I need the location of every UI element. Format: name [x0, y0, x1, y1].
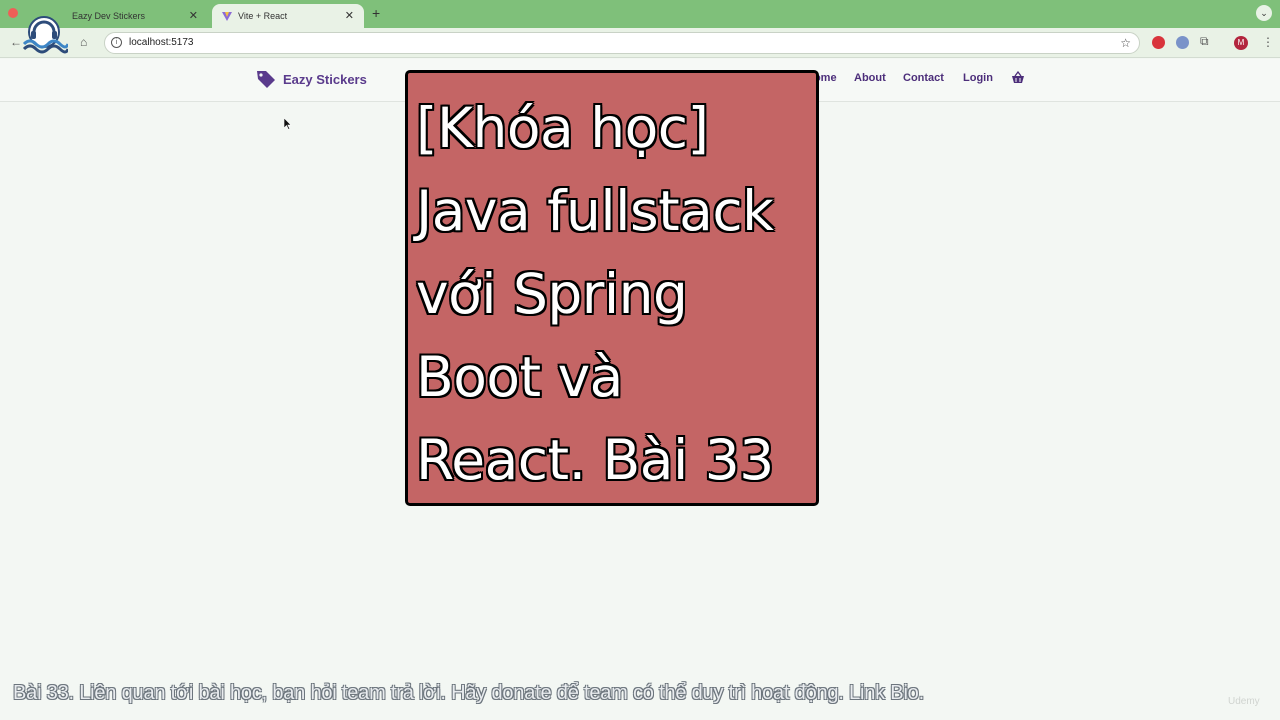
extension-adblock-icon[interactable] — [1152, 36, 1165, 49]
bookmark-star-icon[interactable]: ☆ — [1120, 36, 1131, 50]
course-title-banner: [Khóa học] Java fullstack với Spring Boo… — [405, 70, 819, 506]
banner-line: React. Bài 33 — [416, 428, 774, 492]
home-icon[interactable]: ⌂ — [80, 35, 87, 49]
nav-login-link[interactable]: Login — [963, 72, 993, 84]
tab-vite-react[interactable]: Vite + React ✕ — [212, 4, 364, 28]
address-url[interactable]: localhost:5173 — [129, 37, 194, 48]
new-tab-button[interactable]: + — [372, 5, 380, 21]
banner-line: với Spring — [416, 262, 688, 326]
banner-line: Java fullstack — [416, 179, 774, 243]
banner-line: Boot và — [416, 345, 623, 409]
address-bar[interactable]: i localhost:5173 ☆ — [104, 32, 1140, 54]
browser-tab-bar: Eazy Dev Stickers ✕ Vite + React ✕ + ⌄ — [0, 0, 1280, 28]
shopping-basket-icon[interactable] — [1011, 71, 1025, 85]
more-menu-icon[interactable]: ⋮ — [1262, 35, 1274, 49]
close-tab-icon[interactable]: ✕ — [345, 9, 354, 22]
udemy-watermark: Udemy — [1228, 696, 1260, 707]
nav-about-link[interactable]: About — [854, 72, 886, 84]
profile-avatar[interactable]: M — [1234, 36, 1248, 50]
tab-title: Vite + React — [238, 11, 288, 21]
tab-title: Eazy Dev Stickers — [72, 11, 146, 21]
banner-line: [Khóa học] — [416, 96, 709, 160]
extensions-puzzle-icon[interactable]: ⧉ — [1200, 34, 1209, 49]
video-caption: Bài 33. Liên quan tới bài học, bạn hỏi t… — [13, 682, 924, 704]
tab-eazy-dev-stickers[interactable]: Eazy Dev Stickers ✕ — [62, 4, 208, 28]
brand-name: Eazy Stickers — [283, 71, 367, 87]
tab-search-icon[interactable]: ⌄ — [1256, 5, 1272, 21]
window-close-dot[interactable] — [8, 8, 18, 18]
nav-contact-link[interactable]: Contact — [903, 72, 944, 84]
close-tab-icon[interactable]: ✕ — [189, 9, 198, 22]
browser-toolbar: ← ⌂ i localhost:5173 ☆ ⧉ ⋮ — [0, 28, 1280, 58]
site-info-icon[interactable]: i — [111, 37, 122, 48]
extension-translate-icon[interactable] — [1176, 36, 1189, 49]
site-brand[interactable]: Eazy Stickers — [255, 69, 367, 89]
tags-icon — [257, 71, 275, 88]
channel-logo-icon — [22, 16, 68, 54]
vite-icon — [222, 12, 232, 21]
mouse-cursor-icon — [284, 118, 292, 130]
